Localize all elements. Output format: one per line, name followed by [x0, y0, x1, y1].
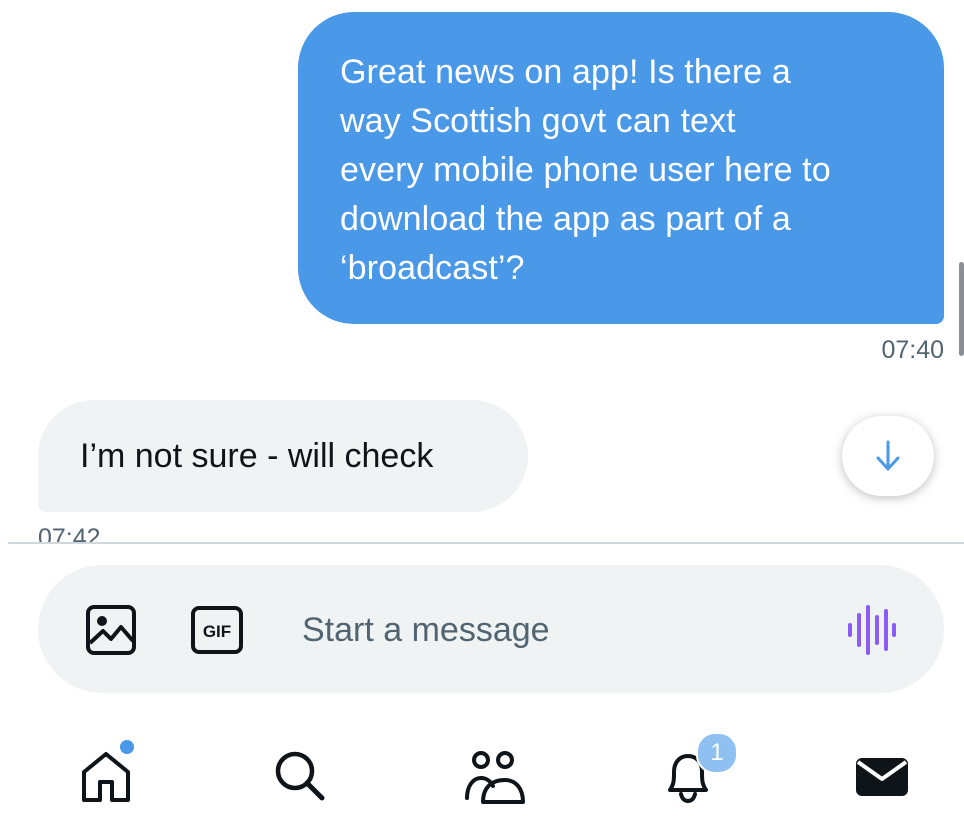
voice-waveform-icon: [848, 605, 896, 655]
mail-icon: [856, 758, 908, 796]
nav-communities[interactable]: [458, 740, 530, 812]
outgoing-message-line: download the app as part of a: [340, 200, 791, 238]
outgoing-message-line: way Scottish govt can text: [340, 102, 736, 140]
people-icon: [465, 751, 525, 804]
image-icon: [86, 605, 136, 655]
notifications-count-badge: 1: [696, 732, 738, 774]
outgoing-message-bubble[interactable]: Great news on app! Is there a way Scotti…: [298, 12, 944, 324]
arrow-down-icon: [876, 440, 900, 471]
scrollbar[interactable]: [959, 262, 964, 356]
nav-messages[interactable]: [846, 740, 918, 812]
nav-search[interactable]: [264, 740, 336, 812]
dm-conversation-screen: Great news on app! Is there a way Scotti…: [0, 0, 964, 830]
nav-home[interactable]: [70, 740, 142, 812]
outgoing-message-time: 07:40: [881, 336, 944, 364]
composer-divider: [8, 542, 964, 544]
incoming-message-time: 07:42: [38, 524, 101, 543]
gif-label: GIF: [203, 622, 231, 641]
incoming-message-bubble[interactable]: I’m not sure - will check: [38, 400, 528, 512]
bottom-navigation: 1: [0, 720, 964, 830]
home-unread-dot: [120, 740, 134, 754]
outgoing-message-line: ‘broadcast’?: [340, 249, 525, 287]
home-icon: [82, 752, 130, 802]
message-thread[interactable]: Great news on app! Is there a way Scotti…: [0, 0, 964, 543]
record-voice-button[interactable]: [846, 605, 898, 655]
search-icon: [275, 751, 325, 801]
outgoing-message-line: every mobile phone user here to: [340, 151, 831, 189]
scroll-to-bottom-button[interactable]: [842, 416, 934, 496]
add-gif-button[interactable]: GIF: [190, 603, 244, 657]
message-composer: GIF: [38, 565, 944, 693]
add-media-button[interactable]: [84, 603, 138, 657]
nav-notifications[interactable]: 1: [652, 732, 738, 812]
message-input[interactable]: [302, 603, 822, 657]
outgoing-message-line: Great news on app! Is there a: [340, 53, 791, 91]
incoming-message-text: I’m not sure - will check: [80, 437, 434, 475]
gif-icon: GIF: [191, 606, 243, 654]
